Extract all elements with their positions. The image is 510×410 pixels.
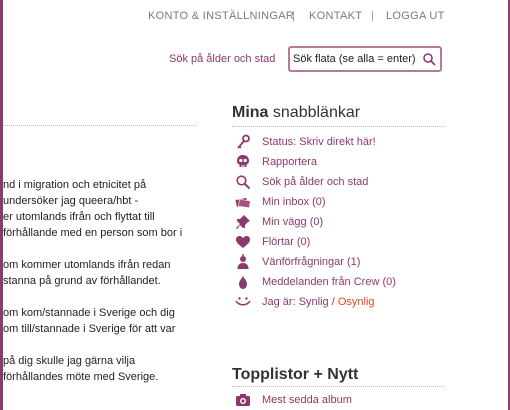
article-line: stanna på grund av förhållandet. — [3, 275, 161, 287]
quick-link-inbox[interactable]: Min inbox (0) — [232, 192, 444, 212]
content-divider — [3, 125, 196, 126]
quick-links-heading: Mina snabblänkar — [232, 104, 361, 121]
quick-link-label[interactable]: Meddelanden från Crew (0) — [262, 276, 396, 288]
quick-link-label[interactable]: Rapportera — [262, 156, 317, 168]
heading-divider — [232, 126, 444, 127]
search-input[interactable] — [293, 51, 415, 67]
article-line: om till/stannade i Sverige för att var — [3, 323, 176, 335]
quick-link-label[interactable]: Status: Skriv direkt här! — [262, 136, 376, 148]
article-line: förhållandes möte med Sverige. — [3, 371, 159, 383]
account-settings-link[interactable]: KONTO & INSTÄLLNINGAR — [148, 10, 294, 22]
article-line: om kom/stannade i Sverige och dig — [3, 307, 175, 319]
article-line: på dig skulle jag gärna vilja — [3, 355, 136, 367]
camera-icon — [236, 394, 250, 406]
logout-link[interactable]: LOGGA UT — [386, 10, 445, 22]
article-line: undersöker jag queera/hbt - — [3, 195, 139, 207]
friend-request-icon — [237, 254, 249, 269]
article-line: er utomlands ifrån och flyttat till — [3, 211, 155, 223]
article-text: nd i migration och etnicitet på undersök… — [3, 177, 203, 385]
contact-link[interactable]: KONTAKT — [309, 10, 362, 22]
invisible-option[interactable]: Osynlig — [338, 296, 375, 308]
skull-icon — [237, 155, 249, 167]
toplist-most-viewed-albums[interactable]: Mest sedda album — [232, 392, 352, 408]
search-icon[interactable] — [422, 52, 436, 66]
magnifier-icon — [236, 175, 251, 190]
article-line: förhållande med en person som bor i — [3, 227, 183, 239]
quick-link-flirts[interactable]: Flörtar (0) — [232, 232, 444, 252]
nav-separator: | — [292, 10, 295, 22]
quick-links-panel: Mina snabblänkar Status: Skriv direkt hä… — [232, 104, 444, 312]
quick-link-friend-requests[interactable]: Vänförfrågningar (1) — [232, 252, 444, 272]
quick-link-wall[interactable]: Min vägg (0) — [232, 212, 444, 232]
crew-icon — [239, 275, 247, 289]
visible-option[interactable]: Synlig — [299, 296, 329, 308]
key-icon — [237, 134, 250, 149]
toplist-label[interactable]: Mest sedda album — [262, 394, 352, 406]
nav-separator: | — [371, 10, 374, 22]
quick-link-label[interactable]: Min inbox (0) — [262, 196, 326, 208]
quick-link-label[interactable]: Min vägg (0) — [262, 216, 323, 228]
heart-icon — [236, 236, 250, 248]
quick-link-status[interactable]: Status: Skriv direkt här! — [232, 132, 444, 152]
search-label[interactable]: Sök på ålder och stad — [169, 53, 275, 65]
quick-links-list: Status: Skriv direkt här! Rapportera Sök… — [232, 132, 444, 312]
quick-link-label[interactable]: Sök på ålder och stad — [262, 176, 368, 188]
visibility-icon — [235, 297, 251, 306]
visibility-separator: / — [331, 296, 335, 308]
visibility-setting: Jag är: Synlig / Osynlig — [232, 292, 444, 312]
letters-icon — [235, 197, 251, 209]
quick-link-search[interactable]: Sök på ålder och stad — [232, 172, 444, 192]
quick-link-report[interactable]: Rapportera — [232, 152, 444, 172]
quick-link-label[interactable]: Flörtar (0) — [262, 236, 310, 248]
visibility-prefix: Jag är: — [262, 296, 296, 308]
toplists-heading: Topplistor + Nytt — [232, 366, 359, 383]
article-line: om kommer utomlands ifrån redan — [3, 259, 171, 271]
search-box — [288, 46, 442, 72]
article-line: nd i migration och etnicitet på — [3, 179, 147, 191]
quick-link-label[interactable]: Vänförfrågningar (1) — [262, 256, 360, 268]
pin-icon — [236, 215, 250, 229]
toplists-divider — [232, 386, 444, 387]
quick-link-crew-messages[interactable]: Meddelanden från Crew (0) — [232, 272, 444, 292]
